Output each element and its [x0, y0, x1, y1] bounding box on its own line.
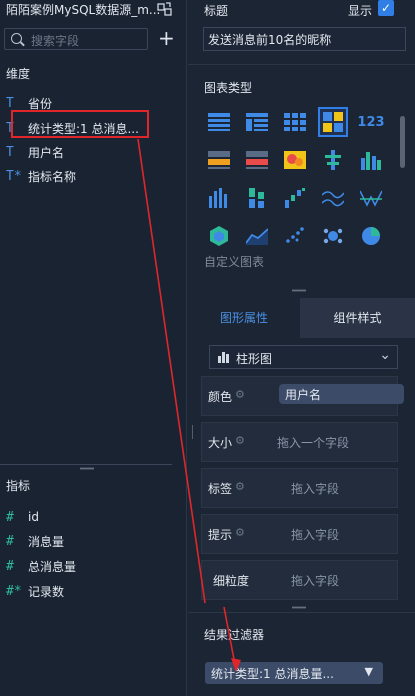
panel-divider: [0, 464, 172, 465]
field-search-input[interactable]: 搜索字段: [4, 28, 148, 50]
indicator-list-icon[interactable]: [242, 145, 272, 175]
chart-title-input[interactable]: 发送消息前10名的昵称: [203, 27, 406, 51]
indicator-card-icon[interactable]: [204, 145, 234, 175]
color-field-pill[interactable]: 用户名: [279, 384, 404, 404]
size-shelf-label: 大小: [208, 436, 233, 450]
title-heading: 标题: [204, 4, 229, 18]
label-shelf[interactable]: 标签 ⚙ 拖入字段: [201, 468, 398, 508]
properties-panel: 标题 显示 ✓ 发送消息前10名的昵称 图表类型 123 自定义图表 图形属性 …: [188, 0, 415, 696]
calculated-number-field-icon: #*: [6, 583, 22, 599]
color-shelf-label: 颜色: [208, 390, 233, 404]
measure-item[interactable]: # 总消息量: [6, 556, 76, 576]
data-panel: 陌陌案例MySQL数据源_m... 搜索字段 + 维度 T 省份 T 统计类型:…: [0, 0, 187, 696]
pie-chart-icon[interactable]: [356, 221, 386, 251]
result-filter-heading: 结果过滤器: [204, 628, 265, 642]
tooltip-shelf-label: 提示: [208, 528, 233, 542]
kpi-number-icon[interactable]: 123: [356, 107, 386, 137]
highlight-annotation-box: [11, 110, 149, 138]
bullet-chart-icon[interactable]: [318, 145, 348, 175]
gear-icon[interactable]: ⚙: [235, 434, 245, 447]
gear-icon[interactable]: ⚙: [235, 388, 245, 401]
chart-style-select[interactable]: 柱形图 ⌄: [209, 345, 398, 369]
datasource-title[interactable]: 陌陌案例MySQL数据源_m...: [6, 1, 160, 18]
gear-icon[interactable]: ⚙: [235, 480, 245, 493]
label-shelf-hint: 拖入字段: [291, 482, 340, 496]
scatter-chart-icon[interactable]: [280, 221, 310, 251]
size-shelf[interactable]: 大小 ⚙ 拖入一个字段: [201, 422, 398, 462]
switch-datasource-icon[interactable]: [157, 1, 173, 17]
column-chart-icon[interactable]: [204, 183, 234, 213]
bubble-chart-icon[interactable]: [318, 221, 348, 251]
result-filter-pill[interactable]: 统计类型:1 总消息量... ▼: [205, 662, 383, 684]
measure-item[interactable]: # 消息量: [6, 531, 64, 551]
number-field-icon: #: [6, 509, 14, 525]
search-icon: [11, 33, 22, 44]
text-field-icon: T: [6, 95, 14, 111]
measure-label: 消息量: [28, 534, 65, 549]
tooltip-shelf[interactable]: 提示 ⚙ 拖入字段: [201, 514, 398, 554]
dimension-label: 省份: [28, 96, 53, 111]
dimension-label: 指标名称: [28, 169, 77, 184]
measures-heading: 指标: [6, 479, 31, 493]
grid-table-icon[interactable]: [280, 107, 310, 137]
chart-style-value: 柱形图: [236, 352, 273, 366]
tooltip-shelf-hint: 拖入字段: [291, 528, 340, 542]
funnel-chart-icon[interactable]: [204, 221, 234, 251]
gear-icon[interactable]: ⚙: [235, 526, 245, 539]
waterfall-chart-icon[interactable]: [280, 183, 310, 213]
color-table-icon[interactable]: [318, 107, 348, 137]
filter-funnel-icon[interactable]: ▼: [365, 665, 373, 678]
section-divider: [188, 612, 415, 613]
resize-handle[interactable]: [292, 289, 306, 292]
tab-component-style[interactable]: 组件样式: [300, 298, 415, 338]
granularity-shelf-hint: 拖入字段: [291, 574, 340, 588]
add-field-button[interactable]: +: [158, 27, 175, 49]
granularity-shelf[interactable]: 细粒度 拖入字段: [201, 560, 398, 600]
stacked-bar-icon[interactable]: [242, 183, 272, 213]
chart-type-heading: 图表类型: [204, 81, 253, 95]
measure-item[interactable]: #* 记录数: [6, 581, 64, 601]
chevron-down-icon: ⌄: [379, 347, 391, 363]
dimension-item[interactable]: T 用户名: [6, 142, 64, 162]
number-field-icon: #: [6, 533, 14, 549]
property-tabs: 图形属性 组件样式: [188, 298, 415, 338]
resize-handle[interactable]: [292, 606, 306, 609]
granularity-shelf-label: 细粒度: [213, 574, 250, 588]
tab-graphic-properties[interactable]: 图形属性: [188, 298, 300, 338]
result-filter-value: 统计类型:1 总消息量...: [211, 667, 334, 681]
grouped-bar-icon[interactable]: [356, 145, 386, 175]
calculated-text-field-icon: T*: [6, 168, 22, 184]
custom-chart-label[interactable]: 自定义图表: [204, 253, 264, 270]
label-shelf-label: 标签: [208, 482, 233, 496]
number-field-icon: #: [6, 558, 14, 574]
show-title-label: 显示: [348, 4, 373, 18]
show-title-checkbox[interactable]: ✓: [378, 0, 394, 16]
dimensions-heading: 维度: [6, 67, 31, 81]
resize-handle[interactable]: [80, 467, 94, 470]
color-shelf[interactable]: 颜色 ⚙ 用户名: [201, 376, 404, 416]
cross-table-icon[interactable]: [242, 107, 272, 137]
search-placeholder: 搜索字段: [31, 34, 80, 48]
size-shelf-hint: 拖入一个字段: [277, 436, 350, 450]
dimension-label: 用户名: [28, 145, 65, 160]
section-divider: [188, 64, 415, 65]
measure-item[interactable]: # id: [6, 507, 39, 527]
panel-resize-handle[interactable]: [191, 425, 194, 439]
area-chart-icon[interactable]: [242, 221, 272, 251]
chart-type-scrollbar[interactable]: [400, 116, 405, 168]
line-chart-icon[interactable]: [318, 183, 348, 213]
measure-label: 总消息量: [28, 559, 77, 574]
bar-chart-icon: [218, 352, 229, 363]
measure-label: id: [28, 510, 39, 524]
measure-label: 记录数: [28, 584, 65, 599]
text-field-icon: T: [6, 144, 14, 160]
heat-map-icon[interactable]: [280, 145, 310, 175]
table-chart-icon[interactable]: [204, 107, 234, 137]
radar-line-icon[interactable]: [356, 183, 386, 213]
dimension-item[interactable]: T* 指标名称: [6, 166, 76, 186]
